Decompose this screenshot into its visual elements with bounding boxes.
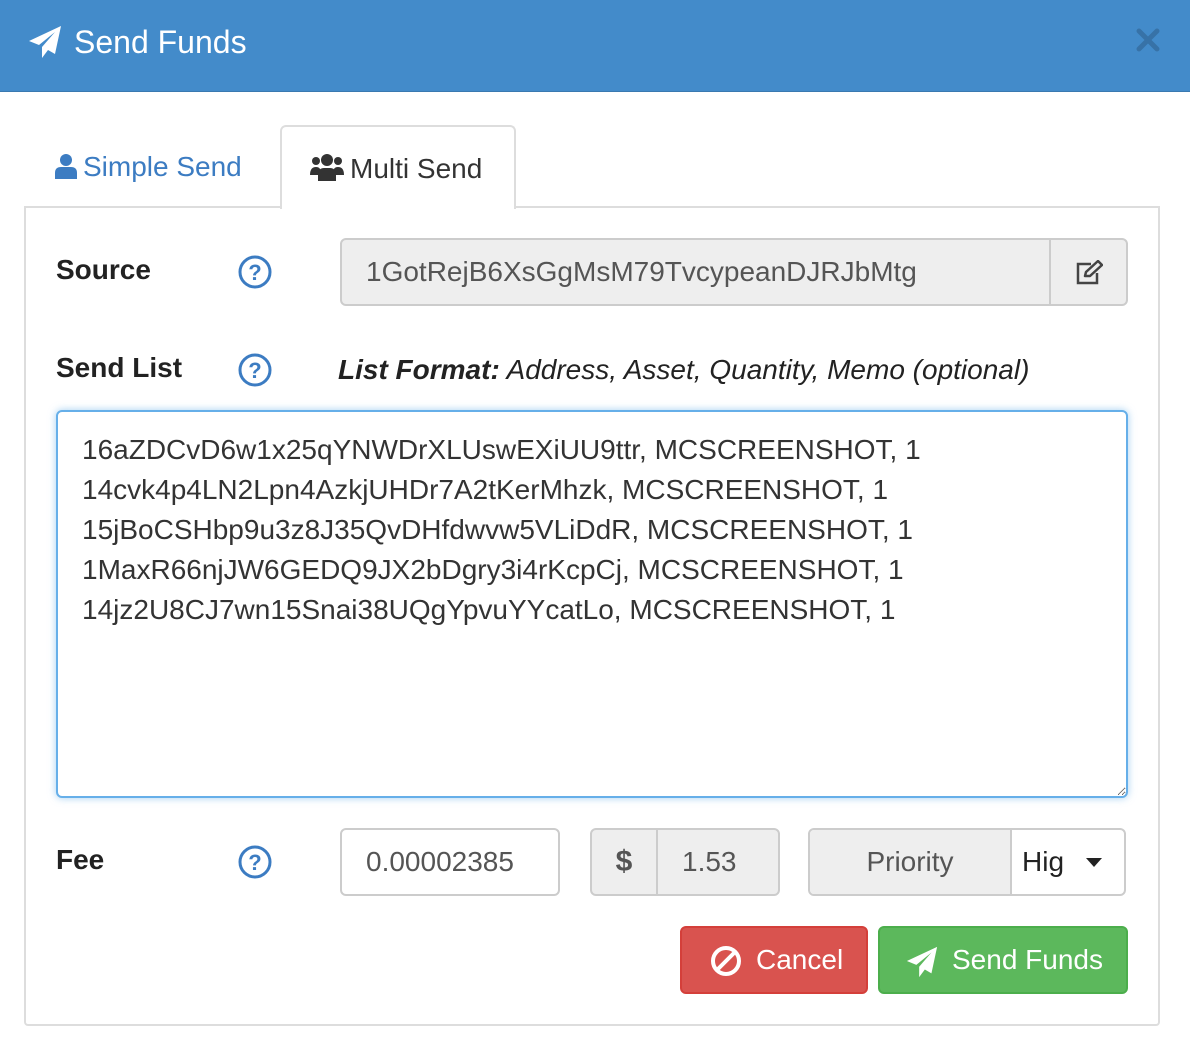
list-format-label: List Format: [338,354,500,385]
tab-multi-send-label: Multi Send [350,153,483,184]
priority-group: Priority Hig [808,828,1126,896]
usd-symbol: $ [592,830,658,894]
usd-fee-value: 1.53 [682,846,737,877]
tab-simple-send[interactable]: Simple Send [25,125,280,209]
source-edit-button[interactable] [1049,240,1126,304]
paper-plane-icon [29,26,61,58]
priority-label: Priority [810,830,1012,894]
send-list-textarea[interactable]: 16aZDCvD6w1x25qYNWDrXLUswEXiUU9ttr, MCSC… [56,410,1128,798]
list-format-text: Address, Asset, Quantity, Memo (optional… [499,354,1030,385]
modal-title: Send Funds [74,24,247,60]
svg-text:?: ? [248,358,261,383]
edit-icon [1076,260,1103,285]
send-funds-button[interactable]: Send Funds [878,926,1128,994]
fee-input[interactable] [340,828,560,896]
priority-select[interactable]: Hig [1012,830,1124,894]
source-address-field[interactable]: 1GotRejB6XsGgMsM79TvcypeanDJRJbMtg [342,240,1050,304]
usd-fee-group: $ 1.53 [590,828,780,896]
svg-text:?: ? [248,260,261,285]
help-icon[interactable]: ? [238,353,272,387]
priority-value: Hig [1022,846,1065,877]
tab-simple-send-label: Simple Send [83,151,242,182]
users-icon [310,154,344,181]
cancel-button-label: Cancel [756,944,844,975]
tab-multi-send[interactable]: Multi Send [280,125,516,209]
caret-down-icon [1086,858,1102,867]
cancel-button[interactable]: Cancel [680,926,868,994]
send-funds-button-label: Send Funds [952,944,1103,975]
help-icon[interactable]: ? [238,255,272,289]
user-icon [55,154,77,179]
source-label: Source [56,254,151,285]
help-icon[interactable]: ? [238,845,272,879]
source-address-group: 1GotRejB6XsGgMsM79TvcypeanDJRJbMtg [340,238,1128,306]
list-format-hint: List Format: Address, Asset, Quantity, M… [338,354,1029,386]
svg-text:?: ? [248,850,261,875]
fee-label: Fee [56,844,105,875]
send-list-label: Send List [56,352,183,383]
modal-header: Send Funds [0,0,1190,92]
close-icon[interactable] [1134,26,1162,54]
ban-icon [711,946,741,976]
paper-plane-icon [906,946,938,978]
